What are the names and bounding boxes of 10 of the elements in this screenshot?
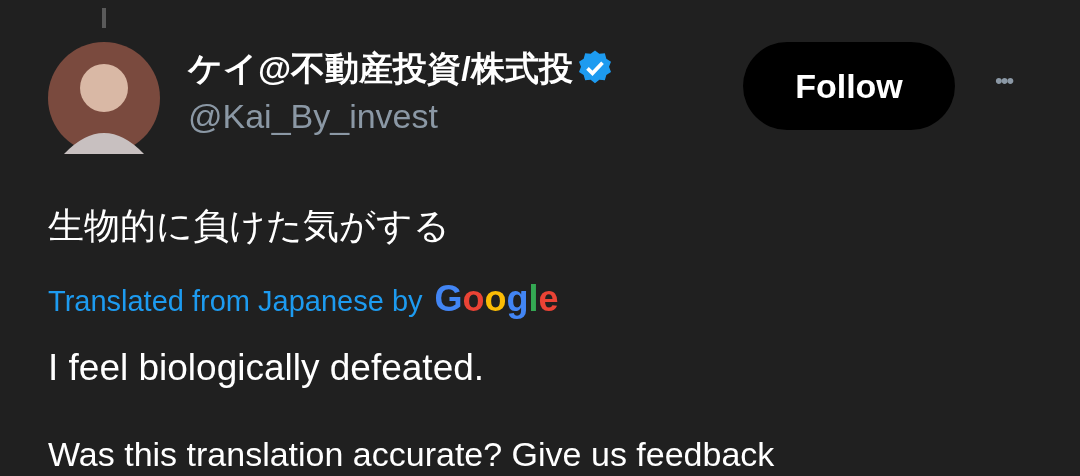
avatar[interactable] <box>48 42 160 154</box>
author-handle[interactable]: @Kai_By_invest <box>188 94 688 138</box>
translated-text: I feel biologically defeated. <box>48 346 486 390</box>
author-name[interactable]: ケイ@不動産投資/株式投 <box>188 46 573 90</box>
google-logo: Google <box>434 277 559 321</box>
follow-button[interactable]: Follow <box>743 42 955 130</box>
translated-label: Translated from Japanese by <box>48 284 423 319</box>
feedback-text[interactable]: Was this translation accurate? Give us feedback <box>48 432 1080 476</box>
more-button[interactable]: ••• <box>995 64 1013 104</box>
tweet-text: 生物的に負けた気がする <box>48 204 451 248</box>
